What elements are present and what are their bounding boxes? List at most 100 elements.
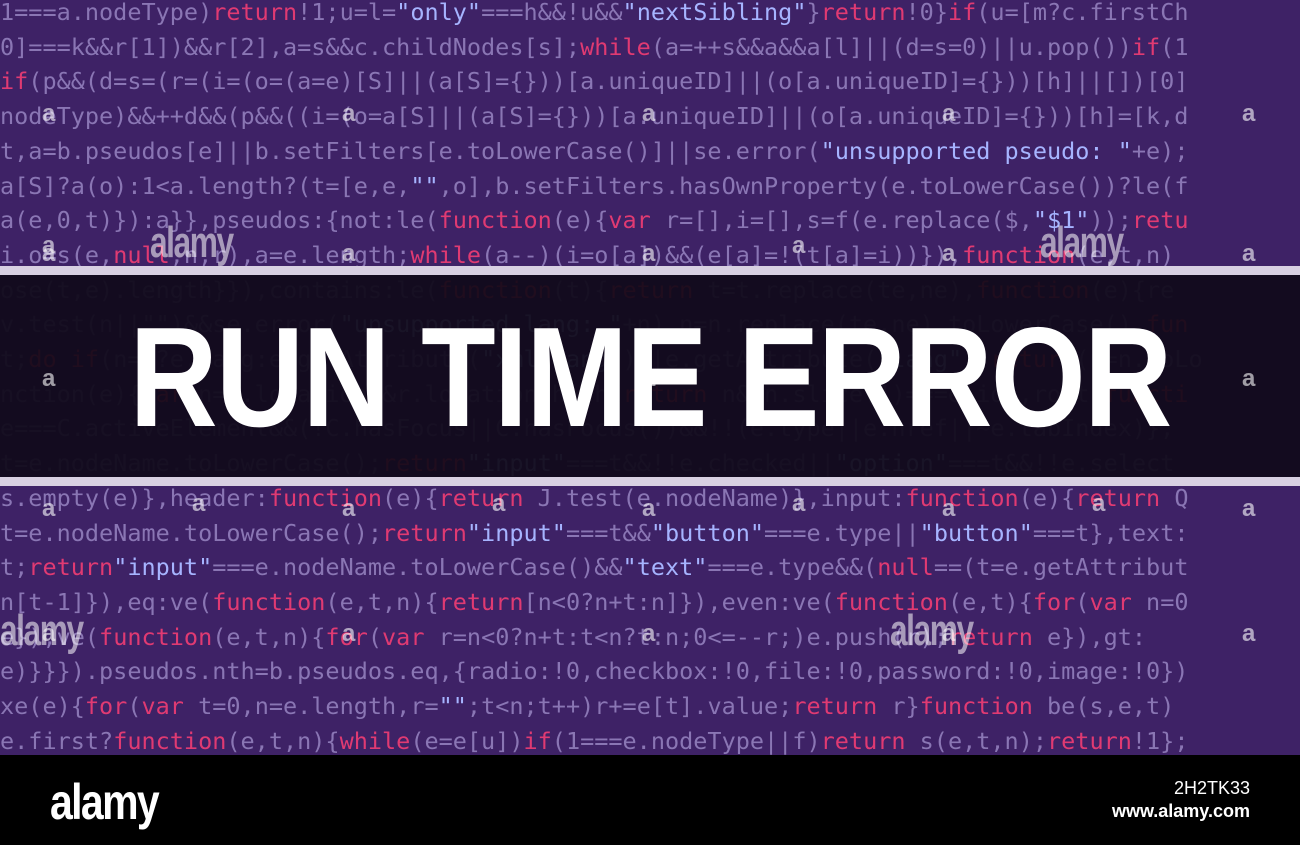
code-string: "" [410, 171, 439, 200]
code-keyword: var [608, 206, 651, 235]
watermark-mark: a [1242, 365, 1256, 392]
watermark-mark: a [942, 495, 956, 522]
code-string: "text" [622, 553, 708, 582]
code-token: (e,t,n){ [226, 726, 340, 755]
code-token: t; [0, 553, 29, 582]
code-token: xe(e){ [0, 692, 85, 720]
code-token: s.empty(e)},header: [0, 483, 269, 512]
code-token: [n<0?n+t:n]}),even:ve( [523, 587, 835, 616]
code-token: !1}; [1131, 726, 1189, 755]
watermark-mark: a [942, 620, 956, 647]
code-token: (p&&(d=s=(r=(i=(o=(a=e)[S]||(a[S]={}))[a… [28, 67, 1189, 96]
code-keyword: function [99, 622, 213, 651]
code-string: "button" [650, 518, 765, 547]
code-token: t=0,n=e.length,r= [183, 692, 439, 720]
code-keyword: return [1047, 726, 1132, 755]
code-token: 1===a.nodeType) [0, 0, 213, 26]
code-keyword: return [212, 0, 298, 26]
code-token: t,a=b.pseudos[e]||b.setFilters[e.toLower… [0, 136, 821, 165]
watermark-mark: a [942, 100, 956, 127]
code-keyword: while [339, 726, 411, 755]
code-keyword: function [905, 483, 1019, 512]
code-token: (a--)(i=o[a])&&(e[a]=!(t[a]=i))}), [481, 240, 963, 269]
watermark-mark: a [42, 495, 56, 522]
code-string: "input" [113, 553, 213, 582]
code-token: i.o=s(e, [0, 240, 114, 269]
code-token: ( [367, 622, 383, 651]
watermark-mark: a [642, 365, 656, 392]
watermark-word: alamy [1040, 218, 1124, 267]
code-keyword: return [438, 587, 524, 616]
code-token: ==(t=e.getAttribut [933, 553, 1189, 582]
code-token: (e){ [382, 483, 439, 512]
code-token: ,o],b.setFilters.hasOwnProperty(e.toLowe… [438, 171, 1189, 200]
watermark-mark: a [942, 365, 956, 392]
watermark-mark: a [942, 240, 956, 267]
watermark-mark: a [1242, 240, 1256, 267]
code-token: ( [1075, 587, 1090, 616]
code-keyword: return [382, 518, 467, 547]
code-keyword: return [28, 553, 114, 582]
footer-logo: alamy [50, 774, 160, 830]
code-keyword: while [580, 32, 651, 61]
watermark-mark: a [1092, 490, 1106, 517]
code-token: !0} [905, 0, 948, 26]
code-keyword: for [84, 692, 128, 720]
code-token: J.test(e.nodeName)},input: [523, 483, 906, 512]
code-keyword: var [382, 622, 425, 651]
watermark-mark: a [342, 620, 356, 647]
code-token: be(s,e,t) [1032, 692, 1175, 720]
watermark-mark: a [642, 240, 656, 267]
code-line: 1===a.nodeType)return!1;u=l="only"===h&&… [0, 0, 1189, 29]
code-token: r=[],i=[],s=f(e.replace($, [650, 206, 1033, 235]
code-token: e}),gt: [1032, 622, 1147, 651]
code-token: ===t&& [565, 518, 651, 547]
code-keyword: while [410, 240, 482, 269]
code-line: n[t-1]}),eq:ve(function(e,t,n){return[n<… [0, 585, 1189, 619]
code-token: Q [1160, 483, 1189, 512]
code-token: +e); [1131, 136, 1189, 165]
code-keyword: function [438, 206, 552, 235]
code-token: (e,t,n){ [212, 622, 326, 651]
watermark-mark: a [342, 240, 356, 267]
code-token: r} [877, 692, 920, 720]
code-token: (1===e.nodeType||f) [551, 726, 821, 755]
band-bottom-rule [0, 477, 1300, 486]
watermark-mark: a [642, 100, 656, 127]
code-keyword: return [820, 726, 906, 755]
watermark-mark: a [342, 100, 356, 127]
watermark-mark: a [642, 620, 656, 647]
code-string: "input" [466, 518, 566, 547]
code-string: "only" [396, 0, 482, 26]
code-token: a[S]?a(o):1<a.length?(t=[e,e, [0, 171, 411, 200]
code-line: e)}}}).pseudos.nth=b.pseudos.eq,{radio:!… [0, 654, 1188, 688]
code-line: xe(e){for(var t=0,n=e.length,r="";t<n;t+… [0, 689, 1174, 723]
code-token: (1 [1160, 32, 1189, 61]
watermark-mark: a [492, 490, 506, 517]
code-token: (e){ [551, 206, 609, 235]
code-token: r=n<0?n+t:t<n?t:n;0<=--r;)e.push(r); [424, 622, 948, 651]
code-keyword: function [919, 692, 1033, 720]
code-line: 0]===k&&r[1])&&r[2],a=s&&c.childNodes[s]… [0, 30, 1188, 64]
watermark-mark: a [792, 490, 806, 517]
watermark-mark: a [342, 495, 356, 522]
code-line: if(p&&(d=s=(r=(i=(o=(a=e)[S]||(a[S]={}))… [0, 64, 1188, 98]
watermark-mark: a [42, 365, 56, 392]
code-keyword: if [1131, 32, 1161, 61]
code-token: e)}}}).pseudos.nth=b.pseudos.eq,{radio:!… [0, 657, 1189, 686]
watermark-mark: a [1242, 620, 1256, 647]
code-token: t=e.nodeName.toLowerCase(); [0, 518, 383, 547]
code-line: t;return"input"===e.nodeName.toLowerCase… [0, 550, 1188, 584]
code-line: a[S]?a(o):1<a.length?(t=[e,e,"",o],b.set… [0, 169, 1188, 203]
code-token: !1;u=l= [297, 0, 397, 26]
watermark-mark: a [792, 232, 806, 259]
code-keyword: var [141, 692, 184, 720]
code-token: ;t<n;t++)r+=e[t].value; [466, 692, 793, 720]
watermark-word: alamy [890, 606, 974, 655]
code-line: e.first?function(e,t,n){while(e=e[u])if(… [0, 724, 1188, 755]
watermark-word: alamy [150, 218, 234, 267]
code-token: ===h&&!u&& [481, 0, 623, 26]
watermark-mark: a [192, 490, 206, 517]
code-string: "nextSibling" [622, 0, 807, 26]
code-string: "" [438, 692, 467, 720]
